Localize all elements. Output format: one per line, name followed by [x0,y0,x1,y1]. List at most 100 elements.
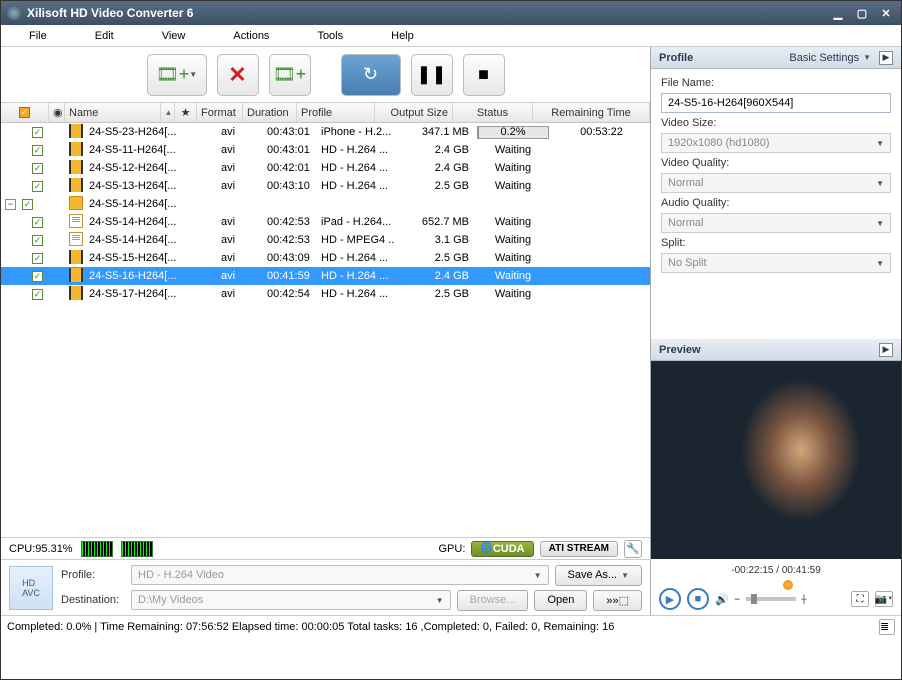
row-format: avi [217,252,263,264]
menu-edit[interactable]: Edit [71,27,138,45]
minimize-button[interactable]: ▁ [829,5,847,21]
row-profile: HD - MPEG4 ... [317,234,395,246]
expand-profile-icon[interactable]: ▶ [879,51,893,65]
column-remaining[interactable]: Remaining Time [533,103,650,122]
column-format[interactable]: Format [197,103,243,122]
column-recycle-icon[interactable]: ◉ [49,103,65,122]
preview-time: -00:22:15 / 00:41:59 [659,565,893,576]
video-preview[interactable] [651,361,901,559]
delete-button[interactable]: ✕ [217,54,259,96]
profile-label: Profile: [61,569,125,581]
menu-tools[interactable]: Tools [293,27,367,45]
row-profile: HD - H.264 ... [317,270,395,282]
collapse-icon[interactable]: − [5,199,16,210]
destination-select[interactable]: D:\My Videos▼ [131,590,451,610]
row-format: avi [217,162,263,174]
table-row[interactable]: ✓24-S5-11-H264[...avi00:43:01HD - H.264 … [1,141,650,159]
row-size: 2.4 GB [395,162,473,174]
volume-slider[interactable] [746,597,796,601]
settings-icon[interactable]: 🔧 [624,540,642,558]
table-row[interactable]: ✓24-S5-14-H264[...avi00:42:53iPad - H.26… [1,213,650,231]
volume-icon[interactable]: 🔊 [715,593,729,606]
add-file-button[interactable]: 🎞+ ▼ [147,54,207,96]
ati-stream-badge[interactable]: ATI STREAM [540,541,618,557]
cpu-gpu-bar: CPU:95.31% GPU: 🌀 CUDA ATI STREAM 🔧 [1,537,650,559]
row-duration: 00:42:53 [263,234,317,246]
row-checkbox[interactable]: ✓ [32,235,43,246]
split-select[interactable]: No Split▼ [661,253,891,273]
save-as-button[interactable]: Save As...▼ [555,565,642,586]
row-checkbox[interactable]: ✓ [32,217,43,228]
column-star-icon[interactable]: ★ [175,103,197,122]
basic-settings-toggle[interactable]: Basic Settings [789,52,859,64]
add-profile-button[interactable]: 🎞+ [269,54,311,96]
filename-input[interactable] [661,93,891,113]
menu-help[interactable]: Help [367,27,438,45]
row-profile: HD - H.264 ... [317,252,395,264]
play-button[interactable]: ▶ [659,588,681,610]
row-name: 24-S5-13-H264[... [85,180,181,192]
table-row[interactable]: ✓24-S5-23-H264[...avi00:43:01iPhone - H.… [1,123,650,141]
table-row[interactable]: ✓24-S5-16-H264[...avi00:41:59HD - H.264 … [1,267,650,285]
film-icon [69,124,83,138]
task-list-icon[interactable]: ≣ [879,619,895,635]
row-checkbox[interactable]: ✓ [32,181,43,192]
row-checkbox[interactable]: ✓ [32,127,43,138]
open-button[interactable]: Open [534,590,587,611]
row-name: 24-S5-14-H264[... [85,216,181,228]
column-output-size[interactable]: Output Size [375,103,453,122]
browse-button[interactable]: Browse... [457,590,529,611]
nvidia-cuda-badge[interactable]: 🌀 CUDA [471,541,533,557]
close-button[interactable]: ✕ [877,5,895,21]
pause-button[interactable]: ❚❚ [411,54,453,96]
row-checkbox[interactable]: ✓ [32,289,43,300]
row-name: 24-S5-14-H264[... [85,234,181,246]
row-size: 3.1 GB [395,234,473,246]
menu-view[interactable]: View [138,27,210,45]
videosize-select[interactable]: 1920x1080 (hd1080)▼ [661,133,891,153]
row-format: avi [217,288,263,300]
check-all[interactable]: ✓ [19,107,30,118]
table-row[interactable]: ✓24-S5-13-H264[...avi00:43:10HD - H.264 … [1,177,650,195]
table-row[interactable]: ✓24-S5-15-H264[...avi00:43:09HD - H.264 … [1,249,650,267]
row-duration: 00:42:01 [263,162,317,174]
row-checkbox[interactable]: ✓ [32,271,43,282]
row-format: avi [217,126,263,138]
table-row[interactable]: ✓24-S5-12-H264[...avi00:42:01HD - H.264 … [1,159,650,177]
snapshot-icon[interactable]: 📷▼ [875,591,893,607]
status-bar: Completed: 0.0% | Time Remaining: 07:56:… [1,615,901,637]
export-button[interactable]: »»⬚ [593,590,642,611]
film-icon [69,142,83,156]
table-row[interactable]: ✓24-S5-17-H264[...avi00:42:54HD - H.264 … [1,285,650,303]
row-checkbox[interactable]: ✓ [32,253,43,264]
maximize-button[interactable]: ▢ [853,5,871,21]
table-row[interactable]: ✓24-S5-14-H264[...avi00:42:53HD - MPEG4 … [1,231,650,249]
profile-select[interactable]: HD - H.264 Video▼ [131,565,549,585]
column-status[interactable]: Status [453,103,533,122]
column-name[interactable]: Name [65,103,161,122]
stop-preview-button[interactable]: ■ [687,588,709,610]
row-status: Waiting [473,252,553,264]
fullscreen-icon[interactable]: ⛶ [851,591,869,607]
column-duration[interactable]: Duration [243,103,297,122]
menu-file[interactable]: File [5,27,71,45]
videoquality-select[interactable]: Normal▼ [661,173,891,193]
row-status: Waiting [473,216,553,228]
toolbar: 🎞+ ▼ ✕ 🎞+ ↻ ❚❚ ■ [1,47,650,103]
expand-preview-icon[interactable]: ▶ [879,343,893,357]
preview-panel-header: Preview ▶ [651,339,901,361]
column-profile[interactable]: Profile [297,103,375,122]
row-profile: HD - H.264 ... [317,288,395,300]
row-checkbox[interactable]: ✓ [32,163,43,174]
audioquality-select[interactable]: Normal▼ [661,213,891,233]
row-size: 2.5 GB [395,252,473,264]
row-checkbox[interactable]: ✓ [32,145,43,156]
row-name: 24-S5-16-H264[... [85,270,181,282]
row-name: 24-S5-17-H264[... [85,288,181,300]
row-checkbox[interactable]: ✓ [22,199,33,210]
stop-button[interactable]: ■ [463,54,505,96]
cpu-graph-icon [81,541,113,557]
table-row[interactable]: −✓24-S5-14-H264[... [1,195,650,213]
menu-actions[interactable]: Actions [209,27,293,45]
convert-button[interactable]: ↻ [341,54,401,96]
